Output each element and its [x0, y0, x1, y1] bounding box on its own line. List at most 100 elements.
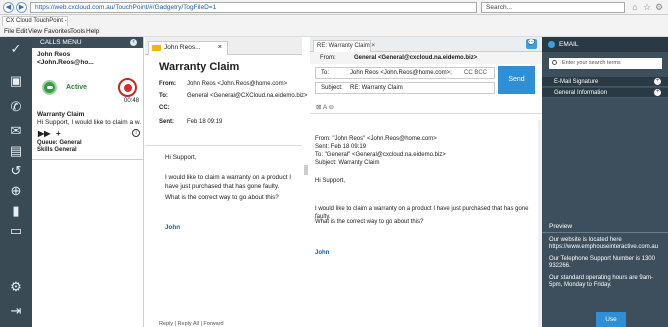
- caller-email: <John.Reos@ho...: [37, 59, 94, 66]
- cc-label: CC:: [159, 105, 170, 111]
- history-icon[interactable]: ↺: [6, 161, 26, 181]
- skills-label: Skills General: [37, 147, 77, 153]
- chart-icon[interactable]: ▮: [6, 201, 26, 221]
- mail-to: General <General@CXCloud.na.eidemo.biz>: [187, 93, 308, 99]
- mail-greeting: Hi Support,: [165, 154, 197, 161]
- mail-line1: I would like to claim a warranty on a pr…: [165, 174, 291, 190]
- accept-call-icon[interactable]: [42, 80, 57, 95]
- favorites-star-icon[interactable]: ☆: [642, 2, 652, 12]
- cc-bcc-label[interactable]: CC BCC: [464, 68, 487, 78]
- forward-call-icon[interactable]: ▶▶: [38, 129, 50, 138]
- email-search-input[interactable]: Enter your search terms: [549, 58, 662, 69]
- collapse-chevron-icon[interactable]: ‹: [130, 39, 137, 46]
- subject-field[interactable]: Subject: RE: Warranty Claim: [315, 82, 495, 94]
- expand-plus-icon[interactable]: +: [654, 78, 661, 85]
- mail-sent: Feb 18 09:19: [187, 119, 223, 125]
- email-panel-header: EMAIL: [542, 37, 668, 52]
- general-info-row[interactable]: General Information +: [542, 88, 668, 98]
- email-signature-row[interactable]: E-Mail Signature +: [542, 77, 668, 87]
- mail-tab-label: John Reos...: [164, 44, 201, 51]
- inbox-icon[interactable]: ▤: [6, 141, 26, 161]
- sent-label: Sent:: [159, 119, 174, 125]
- calls-menu-title: CALLS MENU: [40, 39, 82, 46]
- call-status: Active: [66, 84, 88, 91]
- browser-address-bar: ◀ ▶ https://web.cxcloud.com.au/TouchPoin…: [0, 0, 668, 15]
- quoted-signature: John: [315, 250, 330, 256]
- envelope-icon[interactable]: ✉: [6, 121, 26, 141]
- menu-edit[interactable]: Edit: [16, 27, 27, 36]
- phone-icon[interactable]: ✆: [6, 97, 26, 117]
- forward-icon[interactable]: ▶: [16, 2, 27, 13]
- reply-panel: RE: Warranty Claim × 💬 From: General <Ge…: [310, 37, 542, 327]
- call-preview: Hi Support, I would like to claim a w...: [37, 119, 141, 126]
- to-label: To:: [159, 93, 168, 99]
- caller-name: John Reos: [37, 51, 71, 58]
- to-field[interactable]: To: John Reos <John.Reos@home.com>; CC B…: [315, 67, 495, 79]
- subject-value: RE: Warranty Claim: [350, 85, 403, 91]
- browser-tab[interactable]: CX Cloud TouchPoint - Ac...: [2, 16, 68, 26]
- quoted-greeting: Hi Support,: [315, 178, 346, 184]
- mail-signature: John: [165, 224, 181, 231]
- menu-file[interactable]: File: [4, 27, 14, 36]
- from-label: From:: [159, 81, 176, 87]
- menu-tools[interactable]: Tools: [70, 27, 85, 36]
- reply-tab[interactable]: RE: Warranty Claim ×: [313, 40, 375, 52]
- email-search-placeholder: Enter your search terms: [562, 60, 621, 66]
- agent-icon[interactable]: ▣: [6, 71, 26, 91]
- mail-view: Warranty Claim From: John Reos <John.Reos…: [145, 55, 308, 327]
- quoted-from: From: "John Reos" <John.Reos@home.com>: [315, 136, 437, 142]
- email-panel-icon: [548, 41, 555, 48]
- preview-heading: Preview: [549, 223, 573, 230]
- settings-gear-icon[interactable]: ⚙: [654, 2, 664, 12]
- calls-menu-panel: CALLS MENU ‹ John Reos <John.Reos@ho... …: [32, 37, 144, 327]
- send-button[interactable]: Send: [498, 66, 535, 94]
- menu-help[interactable]: Help: [86, 27, 99, 36]
- browser-search-input[interactable]: Search...: [481, 2, 625, 13]
- divider: [32, 159, 143, 160]
- mail-tab-bar: John Reos... ×: [145, 37, 302, 55]
- email-signature-label: E-Mail Signature: [554, 79, 599, 85]
- back-icon[interactable]: ◀: [3, 2, 14, 13]
- to-label: To:: [321, 70, 330, 76]
- envelope-icon: [152, 45, 161, 51]
- menu-favorites[interactable]: Favorites: [44, 27, 71, 36]
- use-button[interactable]: Use: [596, 312, 626, 327]
- check-icon[interactable]: ✓: [6, 39, 26, 59]
- from-label: From:: [320, 55, 336, 61]
- logout-icon[interactable]: ⇥: [6, 301, 26, 321]
- menu-view[interactable]: View: [28, 27, 42, 36]
- reply-from[interactable]: General <General@cxcloud.na.eidemo.biz>: [354, 52, 477, 64]
- reply-links[interactable]: Reply | Reply All | Forward: [159, 321, 224, 327]
- email-panel: EMAIL Enter your search terms E-Mail Sig…: [542, 37, 668, 327]
- expand-plus-icon[interactable]: +: [654, 89, 661, 96]
- call-subject: Warranty Claim: [37, 111, 85, 118]
- touchpoint-app: ✓ ▣ ✆ ✉ ▤ ↺ ⊕ ▮ ▭ ⚙ ⇥ CALLS MENU ‹ John …: [0, 37, 668, 327]
- queue-label: Queue: General: [37, 140, 82, 146]
- browser-menu-bar: File Edit View Favorites Tools Help: [0, 26, 668, 37]
- monitor-icon[interactable]: ▭: [6, 221, 26, 241]
- url-field[interactable]: https://web.cxcloud.com.au/TouchPoint/#/…: [30, 2, 477, 13]
- quoted-subject: Subject: Warranty Claim: [315, 160, 380, 166]
- quoted-to: To: "General" <General@cxcloud.na.eidemo…: [315, 152, 446, 158]
- splitter-handle[interactable]: [304, 165, 308, 175]
- add-call-icon[interactable]: +: [56, 129, 61, 138]
- mail-tab[interactable]: John Reos... ×: [148, 41, 228, 55]
- search-icon: [552, 60, 557, 65]
- close-icon[interactable]: ×: [218, 42, 222, 54]
- reply-tab-bar: RE: Warranty Claim × 💬: [310, 37, 542, 52]
- format-toolbar-icons[interactable]: ⊠ A ⊖: [316, 103, 334, 113]
- format-toolbar: ⊠ A ⊖: [310, 103, 542, 114]
- queue-info: Queue: General Skills General: [37, 140, 82, 154]
- calls-menu-header: CALLS MENU ‹: [32, 37, 143, 48]
- email-panel-title: EMAIL: [559, 41, 579, 48]
- from-row: From: General <General@cxcloud.na.eidemo…: [310, 52, 542, 64]
- hangup-icon[interactable]: [118, 78, 137, 97]
- divider: [542, 232, 668, 233]
- subject-label: Subject:: [321, 85, 343, 91]
- mail-from: John Reos <John.Reos@home.com>: [187, 81, 288, 87]
- settings-icon[interactable]: ⚙: [6, 277, 26, 297]
- chat-icon[interactable]: 💬: [526, 39, 537, 49]
- home-icon[interactable]: ⌂: [630, 2, 640, 12]
- globe-icon[interactable]: ⊕: [6, 181, 26, 201]
- info-icon[interactable]: i: [132, 129, 140, 137]
